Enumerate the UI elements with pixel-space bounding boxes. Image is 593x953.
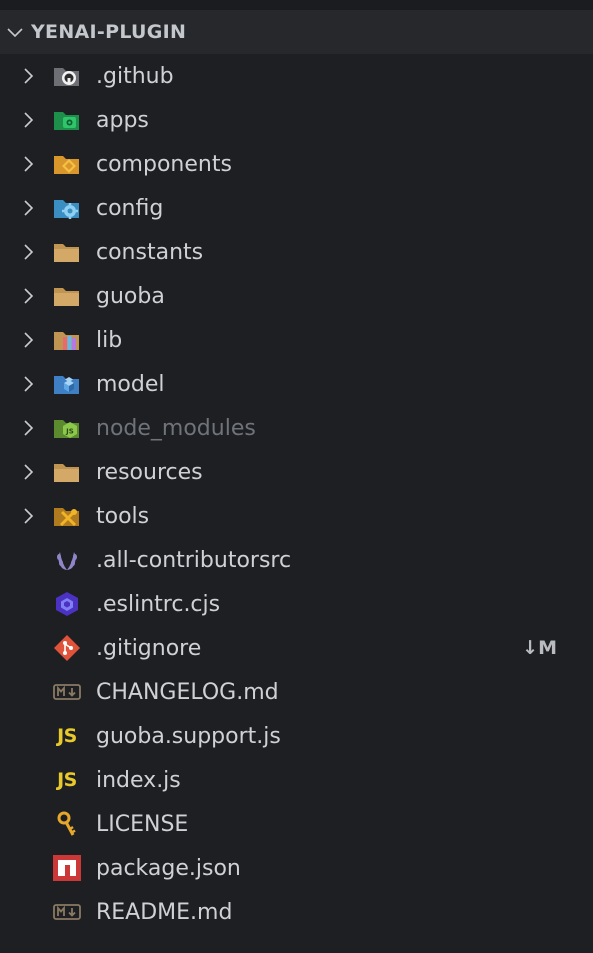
tree-item-guoba-folder[interactable]: guoba bbox=[0, 274, 593, 318]
chevron-right-icon bbox=[20, 375, 38, 393]
laurel-icon bbox=[52, 547, 82, 573]
tree-item-label: index.js bbox=[96, 767, 181, 793]
tree-item-readme-file[interactable]: README.md bbox=[0, 890, 593, 934]
tree-item-label: .github bbox=[96, 63, 174, 89]
tree-item-label: README.md bbox=[96, 899, 233, 925]
chevron-right-icon bbox=[20, 287, 38, 305]
tree-item-github-folder[interactable]: .github bbox=[0, 54, 593, 98]
js-icon: JS bbox=[52, 767, 82, 793]
js-icon: JS bbox=[52, 723, 82, 749]
tree-item-label: .all-contributorsrc bbox=[96, 547, 292, 573]
tree-item-label: tools bbox=[96, 503, 150, 529]
eslint-icon bbox=[52, 591, 82, 617]
tree-item-label: package.json bbox=[96, 855, 241, 881]
tree-item-label: CHANGELOG.md bbox=[96, 679, 279, 705]
tree-item-license-file[interactable]: LICENSE bbox=[0, 802, 593, 846]
tree-item-gitignore-file[interactable]: .gitignore ↓M bbox=[0, 626, 593, 670]
tree-item-label: node_modules bbox=[96, 415, 256, 441]
tree-item-config-folder[interactable]: config bbox=[0, 186, 593, 230]
tree-item-guoba-support-file[interactable]: JS guoba.support.js bbox=[0, 714, 593, 758]
file-explorer: YENAI-PLUGIN .github apps components con… bbox=[0, 0, 593, 953]
tree-item-eslintrc-file[interactable]: .eslintrc.cjs bbox=[0, 582, 593, 626]
markdown-icon bbox=[52, 679, 82, 705]
tree-item-label: constants bbox=[96, 239, 204, 265]
tree-item-label: config bbox=[96, 195, 164, 221]
tree-item-changelog-file[interactable]: CHANGELOG.md bbox=[0, 670, 593, 714]
lib-folder-icon bbox=[52, 327, 82, 353]
tree-item-components-folder[interactable]: components bbox=[0, 142, 593, 186]
tree-item-resources-folder[interactable]: resources bbox=[0, 450, 593, 494]
npm-icon bbox=[52, 855, 82, 881]
config-folder-icon bbox=[52, 195, 82, 221]
chevron-down-icon bbox=[6, 23, 24, 41]
markdown-icon bbox=[52, 899, 82, 925]
chevron-right-icon bbox=[20, 67, 38, 85]
tools-folder-icon bbox=[52, 503, 82, 529]
js-glyph: JS bbox=[57, 725, 77, 747]
tree-item-label: LICENSE bbox=[96, 811, 189, 837]
node-folder-icon: JS bbox=[52, 415, 82, 441]
git-status-badge: ↓M bbox=[522, 637, 557, 659]
js-glyph: JS bbox=[57, 769, 77, 791]
tree-item-label: model bbox=[96, 371, 165, 397]
tree-item-label: lib bbox=[96, 327, 123, 353]
top-strip bbox=[0, 0, 593, 10]
model-folder-icon bbox=[52, 371, 82, 397]
folder-icon bbox=[52, 283, 82, 309]
tree-item-lib-folder[interactable]: lib bbox=[0, 318, 593, 362]
tree-item-label: guoba.support.js bbox=[96, 723, 281, 749]
tree-item-label: apps bbox=[96, 107, 149, 133]
file-tree: .github apps components config constants… bbox=[0, 54, 593, 934]
tree-item-label: .gitignore bbox=[96, 635, 202, 661]
folder-icon bbox=[52, 459, 82, 485]
tree-item-node-modules-folder[interactable]: JS node_modules bbox=[0, 406, 593, 450]
explorer-section-title: YENAI-PLUGIN bbox=[31, 21, 187, 43]
explorer-section-header[interactable]: YENAI-PLUGIN bbox=[0, 10, 593, 54]
tree-item-constants-folder[interactable]: constants bbox=[0, 230, 593, 274]
apps-folder-icon bbox=[52, 107, 82, 133]
folder-icon bbox=[52, 239, 82, 265]
chevron-right-icon bbox=[20, 199, 38, 217]
git-icon bbox=[52, 635, 82, 661]
chevron-right-icon bbox=[20, 111, 38, 129]
tree-item-label: components bbox=[96, 151, 232, 177]
chevron-right-icon bbox=[20, 419, 38, 437]
tree-item-model-folder[interactable]: model bbox=[0, 362, 593, 406]
tree-item-all-contributorsrc-file[interactable]: .all-contributorsrc bbox=[0, 538, 593, 582]
tree-item-tools-folder[interactable]: tools bbox=[0, 494, 593, 538]
tree-item-index-js-file[interactable]: JS index.js bbox=[0, 758, 593, 802]
tree-item-label: .eslintrc.cjs bbox=[96, 591, 221, 617]
components-folder-icon bbox=[52, 151, 82, 177]
chevron-right-icon bbox=[20, 243, 38, 261]
tree-item-package-json-file[interactable]: package.json bbox=[0, 846, 593, 890]
chevron-right-icon bbox=[20, 507, 38, 525]
tree-item-label: resources bbox=[96, 459, 203, 485]
chevron-right-icon bbox=[20, 463, 38, 481]
chevron-right-icon bbox=[20, 331, 38, 349]
tree-item-label: guoba bbox=[96, 283, 165, 309]
github-folder-icon bbox=[52, 63, 82, 89]
key-icon bbox=[52, 811, 82, 837]
tree-item-apps-folder[interactable]: apps bbox=[0, 98, 593, 142]
chevron-right-icon bbox=[20, 155, 38, 173]
svg-text:JS: JS bbox=[65, 428, 74, 436]
